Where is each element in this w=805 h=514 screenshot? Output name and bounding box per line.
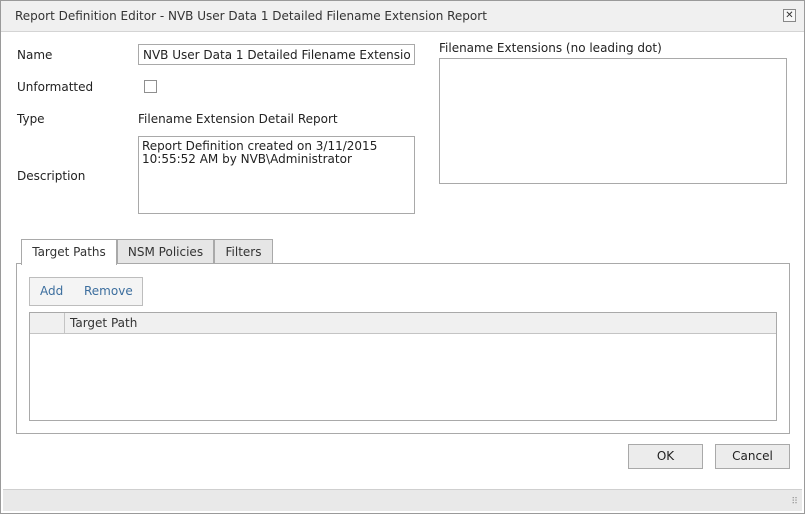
add-button[interactable]: Add	[40, 284, 63, 298]
tab-target-paths[interactable]: Target Paths	[21, 239, 117, 265]
remove-button[interactable]: Remove	[84, 284, 133, 298]
type-value: Filename Extension Detail Report	[138, 112, 338, 126]
unformatted-label: Unformatted	[17, 80, 94, 94]
resize-grip-icon[interactable]: ⠿	[791, 498, 798, 507]
status-bar: ⠿	[3, 489, 802, 511]
ok-button[interactable]: OK	[628, 444, 703, 469]
tab-nsm-policies[interactable]: NSM Policies	[117, 239, 214, 264]
cancel-button[interactable]: Cancel	[715, 444, 790, 469]
type-label: Type	[17, 112, 45, 126]
grid-selector-column[interactable]	[30, 313, 65, 333]
close-icon[interactable]: ✕	[783, 9, 796, 22]
filename-extensions-textarea[interactable]	[439, 58, 787, 184]
description-label: Description	[17, 169, 86, 183]
window-title: Report Definition Editor - NVB User Data…	[15, 9, 487, 23]
target-path-column-header[interactable]: Target Path	[70, 316, 137, 330]
name-label: Name	[17, 48, 53, 62]
target-paths-grid: Target Path	[29, 312, 777, 421]
tab-filters[interactable]: Filters	[214, 239, 273, 264]
name-input[interactable]	[138, 44, 415, 65]
unformatted-checkbox[interactable]	[144, 80, 157, 93]
grid-header: Target Path	[30, 313, 776, 334]
description-textarea[interactable]: Report Definition created on 3/11/2015 1…	[138, 136, 415, 214]
filename-extensions-label: Filename Extensions (no leading dot)	[439, 41, 662, 55]
title-bar[interactable]: Report Definition Editor - NVB User Data…	[1, 1, 804, 32]
grid-toolbar: Add Remove	[29, 277, 143, 306]
report-definition-editor-dialog: Report Definition Editor - NVB User Data…	[0, 0, 805, 514]
